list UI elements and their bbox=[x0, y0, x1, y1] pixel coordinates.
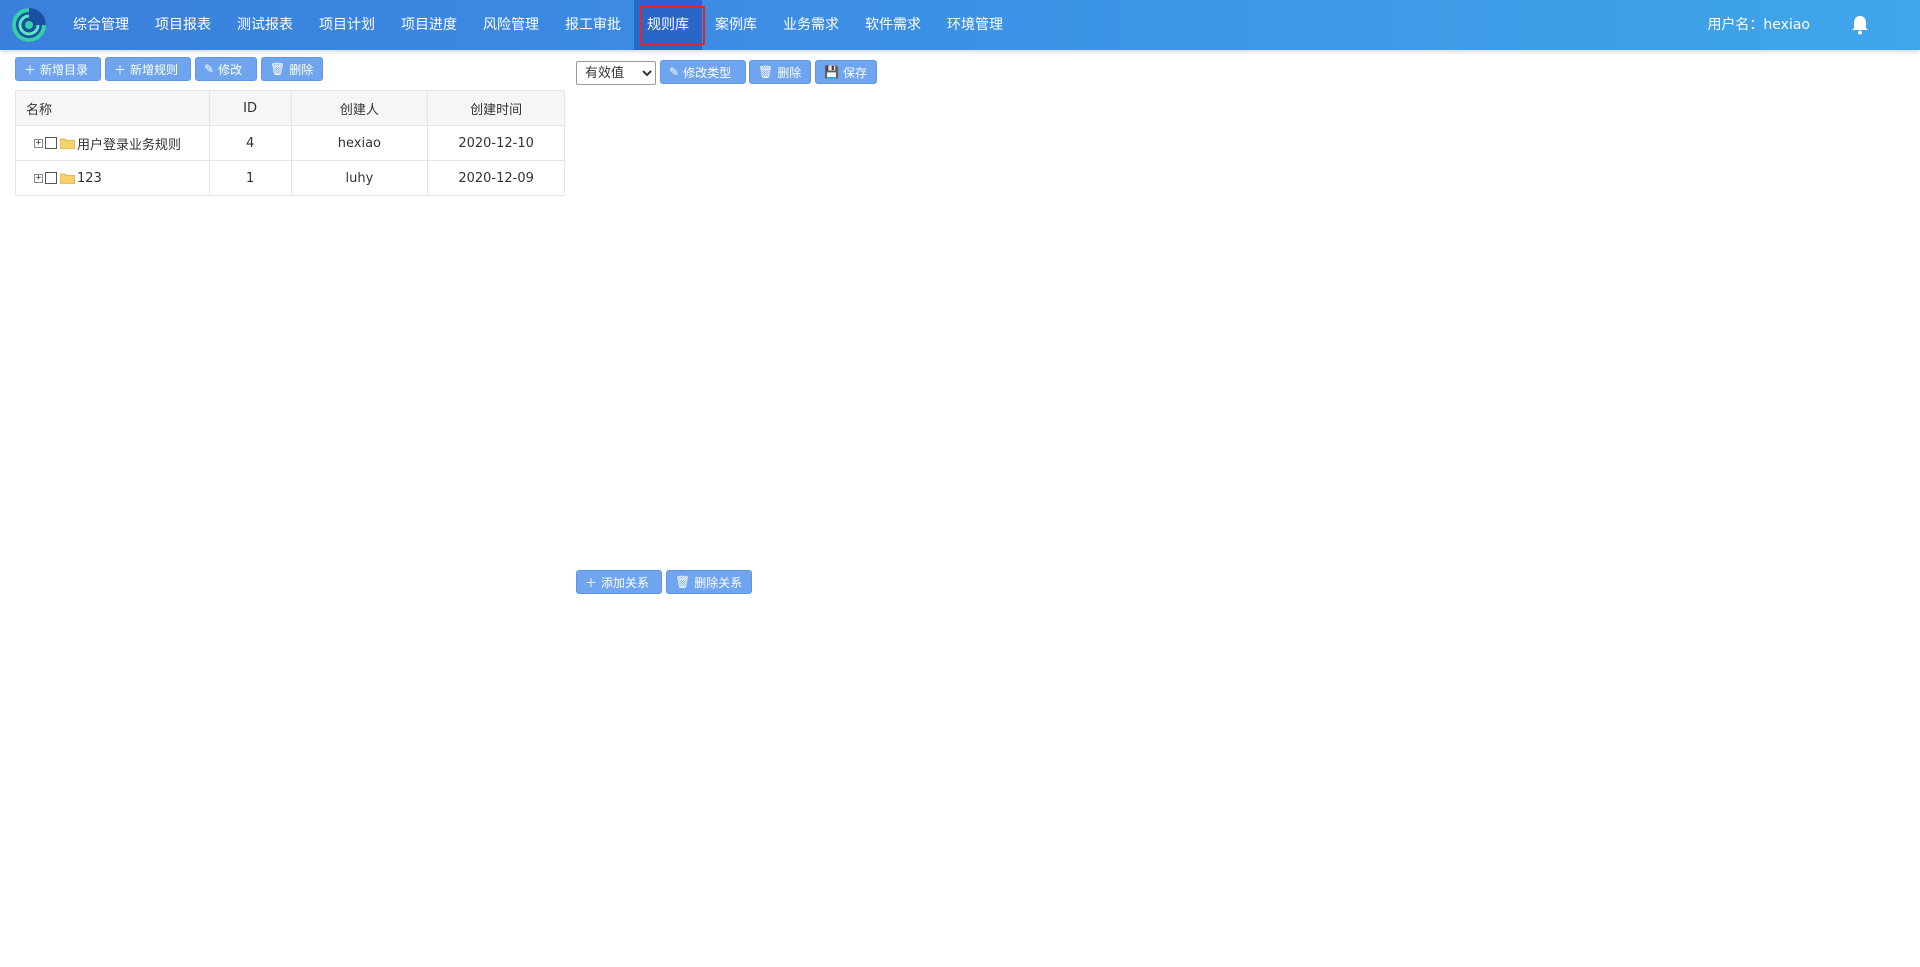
app-logo-icon[interactable] bbox=[10, 6, 48, 44]
nav-item-overview[interactable]: 综合管理 bbox=[60, 0, 142, 50]
column-header-creator: 创建人 bbox=[290, 90, 429, 126]
name-cell: + 用户登录业务规则 bbox=[15, 125, 210, 161]
rule-name: 用户登录业务规则 bbox=[77, 137, 182, 153]
nav-item-project-plan[interactable]: 项目计划 bbox=[306, 0, 388, 50]
edit-icon: ✎ bbox=[204, 62, 215, 76]
nav-item-risk-management[interactable]: 风险管理 bbox=[470, 0, 552, 50]
edit-button[interactable]: ✎ 修改 bbox=[195, 57, 257, 81]
table-row[interactable]: + 123 1 luhy 2020-12-09 bbox=[15, 160, 565, 196]
add-directory-button[interactable]: ＋新增目录 bbox=[15, 57, 101, 81]
rule-tree-table: 名称 ID 创建人 创建时间 + 用户登录业务规则 4 hexiao 2020-… bbox=[15, 90, 565, 196]
delete-button[interactable]: 🗑 删除 bbox=[261, 57, 323, 81]
plus-icon: ＋ bbox=[114, 62, 127, 77]
nav-item-test-reports[interactable]: 测试报表 bbox=[224, 0, 306, 50]
rule-name: 123 bbox=[77, 170, 102, 186]
row-checkbox[interactable] bbox=[45, 172, 57, 184]
expand-toggle-icon[interactable]: + bbox=[34, 138, 43, 148]
save-button[interactable]: 💾 保存 bbox=[815, 60, 877, 84]
creator-cell: luhy bbox=[290, 160, 429, 196]
edit-icon: ✎ bbox=[669, 65, 680, 79]
add-rule-button[interactable]: ＋新增规则 bbox=[105, 57, 191, 81]
add-relation-button[interactable]: ＋添加关系 bbox=[576, 570, 662, 594]
name-cell: + 123 bbox=[15, 160, 210, 196]
value-type-select[interactable]: 有效值 bbox=[576, 61, 656, 85]
id-cell: 1 bbox=[208, 160, 292, 196]
nav-item-business-requirements[interactable]: 业务需求 bbox=[770, 0, 852, 50]
nav-item-work-approval[interactable]: 报工审批 bbox=[552, 0, 634, 50]
table-header-row: 名称 ID 创建人 创建时间 bbox=[15, 90, 565, 126]
bell-icon[interactable] bbox=[1851, 15, 1869, 35]
nav-item-project-reports[interactable]: 项目报表 bbox=[142, 0, 224, 50]
created-time-cell: 2020-12-09 bbox=[427, 160, 565, 196]
top-navigation-bar: 综合管理 项目报表 测试报表 项目计划 项目进度 风险管理 报工审批 规则库 案… bbox=[0, 0, 1920, 50]
nav-item-software-requirements[interactable]: 软件需求 bbox=[852, 0, 934, 50]
folder-icon bbox=[60, 138, 75, 149]
nav-item-rule-library[interactable]: 规则库 bbox=[634, 0, 705, 50]
table-row[interactable]: + 用户登录业务规则 4 hexiao 2020-12-10 bbox=[15, 125, 565, 161]
created-time-cell: 2020-12-10 bbox=[427, 125, 565, 161]
nav-item-environment-management[interactable]: 环境管理 bbox=[934, 0, 1016, 50]
column-header-name: 名称 bbox=[15, 90, 210, 126]
plus-icon: ＋ bbox=[24, 62, 37, 77]
column-header-created-time: 创建时间 bbox=[427, 90, 565, 126]
trash-icon: 🗑 bbox=[675, 575, 691, 589]
id-cell: 4 bbox=[208, 125, 292, 161]
edit-type-button[interactable]: ✎ 修改类型 bbox=[660, 60, 746, 84]
plus-icon: ＋ bbox=[585, 575, 598, 590]
delete-relation-button[interactable]: 🗑 删除关系 bbox=[666, 570, 752, 594]
trash-icon: 🗑 bbox=[270, 62, 286, 76]
username-label[interactable]: 用户名：hexiao bbox=[1707, 0, 1810, 50]
nav-item-case-library[interactable]: 案例库 bbox=[702, 0, 770, 50]
column-header-id: ID bbox=[208, 90, 292, 126]
trash-icon: 🗑 bbox=[758, 65, 774, 79]
save-icon: 💾 bbox=[824, 65, 839, 79]
main-nav: 综合管理 项目报表 测试报表 项目计划 项目进度 风险管理 报工审批 规则库 案… bbox=[60, 0, 1016, 50]
creator-cell: hexiao bbox=[290, 125, 429, 161]
expand-toggle-icon[interactable]: + bbox=[34, 173, 43, 183]
folder-icon bbox=[60, 173, 75, 184]
nav-item-project-progress[interactable]: 项目进度 bbox=[388, 0, 470, 50]
row-checkbox[interactable] bbox=[45, 137, 57, 149]
delete-type-button[interactable]: 🗑 删除 bbox=[749, 60, 811, 84]
